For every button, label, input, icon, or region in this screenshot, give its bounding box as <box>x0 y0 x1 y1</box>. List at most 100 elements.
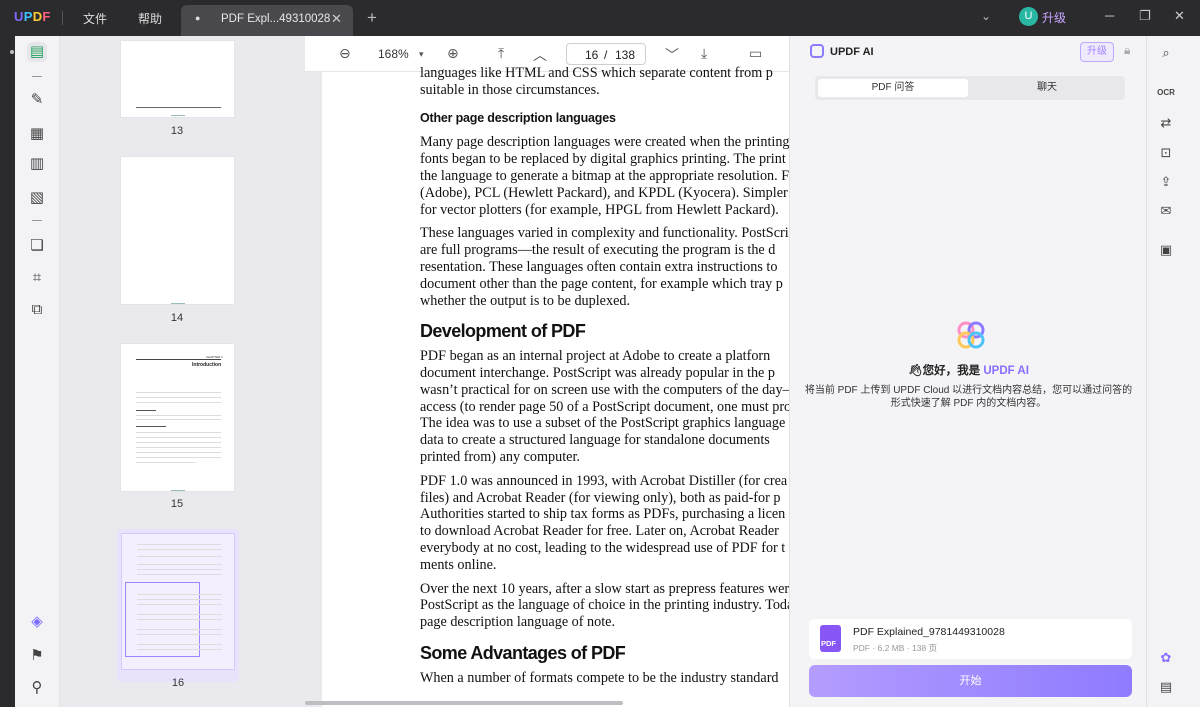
text-line: suitable in those circumstances. <box>420 81 600 98</box>
ai-upgrade-button[interactable]: 升级 <box>1080 42 1114 62</box>
thumbnail-label: 13 <box>170 125 184 137</box>
pdf-file-icon: PDF <box>820 625 841 652</box>
paragraph: PDF 1.0 was announced in 1993, with Acro… <box>420 473 789 574</box>
share-icon[interactable]: ⇪ <box>1157 173 1175 191</box>
close-tab-icon[interactable]: ✕ <box>331 11 342 27</box>
total-pages: 138 <box>615 48 636 62</box>
tab-title: PDF Expl...49310028 <box>221 13 331 25</box>
updf-ai-icon <box>810 44 824 58</box>
ai-panel: UPDF AI 升级 🔒︎ PDF 问答 聊天 👋︎您好，我是 UPDF AI … <box>789 36 1146 707</box>
text-line: to download Acrobat Reader for free. Lat… <box>420 523 779 540</box>
document-tab[interactable]: ● PDF Expl...49310028 ✕ <box>181 5 353 36</box>
save-icon[interactable]: ▣ <box>1157 241 1175 259</box>
reader-icon[interactable]: ▤ <box>27 42 47 62</box>
section-heading: Some Advantages of PDF <box>420 642 626 663</box>
updf-ai-icon[interactable]: ✿ <box>1157 649 1175 667</box>
updf-logo: UPDF <box>14 9 51 24</box>
divider <box>32 76 42 77</box>
text-line: Many page description languages were cre… <box>420 134 789 151</box>
page-text: languages like HTML and CSS which separa… <box>420 65 789 694</box>
text-line: (Adobe), PCL (Hewlett Packard), and KPDL… <box>420 184 788 201</box>
new-tab-icon[interactable]: + <box>367 8 377 28</box>
ai-mode-tabs: PDF 问答 聊天 <box>815 76 1125 100</box>
horizontal-scrollbar[interactable] <box>305 700 789 707</box>
thumbnail-page[interactable] <box>120 40 235 118</box>
edit-pdf-icon[interactable]: ▦ <box>27 124 47 144</box>
close-window-icon[interactable]: ✕ <box>1174 8 1185 24</box>
form-icon[interactable]: ▥ <box>27 154 47 174</box>
text-line: PDF began as an internal project at Adob… <box>420 348 771 365</box>
text-line: document other than the page content, fo… <box>420 275 783 292</box>
bookmark-icon[interactable]: ⚑ <box>27 646 47 666</box>
zoom-level[interactable]: 168% <box>378 47 409 61</box>
text-line: Over the next 10 years, after a slow sta… <box>420 580 789 597</box>
menu-help[interactable]: 帮助 <box>138 10 162 27</box>
ai-greeting: 👋︎您好，我是 UPDF AI <box>790 362 1147 378</box>
tab-chat[interactable]: 聊天 <box>972 79 1122 97</box>
protect-icon[interactable]: ⊡ <box>1157 144 1175 162</box>
chevron-down-icon[interactable]: ⌄ <box>981 9 991 23</box>
zoom-in-icon[interactable]: ⊕ <box>447 45 459 62</box>
text-line: resentation. These languages often conta… <box>420 258 778 275</box>
thumbnail-page[interactable]: CHAPTER 1 Introduction <box>120 343 235 492</box>
attachment-icon[interactable]: ⚲ <box>27 678 47 698</box>
tool-sidebar: ▤ ✎ ▦ ▥ ▧ ❏ ⌗ ⧉ ◈ ⚑ ⚲ <box>15 36 60 707</box>
crop-icon[interactable]: ⌗ <box>27 268 47 288</box>
section-heading: Development of PDF <box>420 321 586 342</box>
thumbnail-page[interactable] <box>120 156 235 305</box>
start-button[interactable]: 开始 <box>809 665 1132 697</box>
first-page-icon[interactable]: ⤒ <box>498 45 504 62</box>
document-viewer: ⊖ 168% ▾ ⊕ ⤒ ︿ 16 / 138 ﹀ ⤓ ▭ languages … <box>305 36 789 707</box>
ocr-icon[interactable]: OCR <box>1157 84 1175 102</box>
restore-icon[interactable]: ❐ <box>1139 8 1151 24</box>
thumbnail-chapter-title: Introduction <box>192 362 222 368</box>
convert-file-icon[interactable]: ⇄ <box>1157 114 1175 132</box>
indicator-dot <box>10 50 14 54</box>
divider <box>32 220 42 221</box>
fill-sign-icon[interactable]: ▧ <box>27 188 47 208</box>
page-separator: / <box>604 48 608 62</box>
avatar[interactable]: U <box>1019 7 1038 26</box>
thumbnail-selected[interactable]: 16 <box>117 529 239 689</box>
text-line: ments online. <box>420 556 497 573</box>
paragraph: Many page description languages were cre… <box>420 134 789 218</box>
lock-icon[interactable]: 🔒︎ <box>1124 43 1130 58</box>
file-name: PDF Explained_9781449310028 <box>853 626 1005 638</box>
comment-list-icon[interactable]: ▤ <box>1157 678 1175 696</box>
text-line: languages like HTML and CSS which separa… <box>420 65 773 81</box>
comment-icon[interactable]: ✎ <box>27 90 47 110</box>
layers-icon[interactable]: ◈ <box>27 612 47 632</box>
text-line: access (to render page 50 of a PostScrip… <box>420 398 789 415</box>
search-icon[interactable]: ⌕ <box>1157 44 1175 62</box>
minimize-icon[interactable]: ─ <box>1105 8 1114 23</box>
text-line: fonts began to be replaced by digital gr… <box>420 151 786 168</box>
zoom-dropdown-icon[interactable]: ▾ <box>419 49 424 60</box>
scrollbar-thumb[interactable] <box>305 701 623 705</box>
ai-title-text: UPDF AI <box>830 46 874 58</box>
next-page-icon[interactable]: ﹀ <box>665 45 679 65</box>
thumbnail-label: 14 <box>170 312 184 324</box>
text-line: page description language of note. <box>420 614 616 631</box>
upgrade-link[interactable]: 升级 <box>1042 9 1066 26</box>
title-bar: UPDF 文件 帮助 ● PDF Expl...49310028 ✕ + ⌄ U… <box>0 0 1200 36</box>
text-line: for vector plotters (for example, HPGL f… <box>420 201 779 218</box>
zoom-out-icon[interactable]: ⊖ <box>339 45 351 62</box>
divider <box>62 11 63 25</box>
text-line: whether the output is to be duplexed. <box>420 292 631 309</box>
presentation-icon[interactable]: ▭ <box>749 45 762 62</box>
email-icon[interactable]: ✉ <box>1157 202 1175 220</box>
current-page: 16 <box>585 48 599 62</box>
last-page-icon[interactable]: ⤓ <box>701 45 707 62</box>
ai-panel-title: UPDF AI <box>810 44 874 58</box>
menu-file[interactable]: 文件 <box>83 10 107 27</box>
paragraph: Over the next 10 years, after a slow sta… <box>420 581 789 631</box>
thumbnail-panel: 13 14 CHAPTER 1 Introduction 15 16 <box>60 36 305 707</box>
text-line: data to create a structured language for… <box>420 432 770 449</box>
page-number-field[interactable]: 16 / 138 <box>566 43 646 65</box>
text-line: are full programs—the result of executin… <box>420 242 776 259</box>
tab-modified-icon: ● <box>195 13 201 23</box>
tab-pdf-qa[interactable]: PDF 问答 <box>818 79 968 97</box>
organize-pages-icon[interactable]: ❏ <box>27 236 47 256</box>
convert-icon[interactable]: ⧉ <box>27 300 47 320</box>
previous-page-icon[interactable]: ︿ <box>533 45 547 65</box>
